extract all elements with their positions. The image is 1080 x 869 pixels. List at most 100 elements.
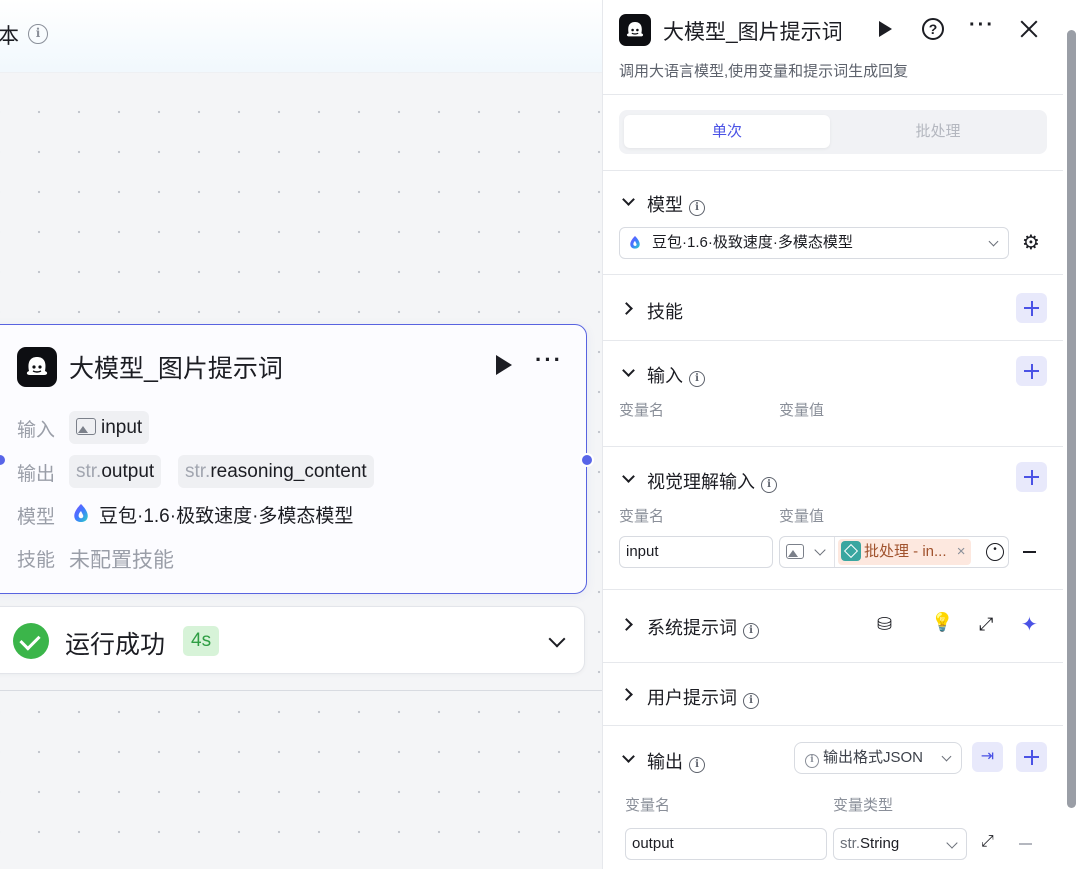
image-icon [76,418,96,435]
output-format-json-button[interactable]: i 输出格式JSON [794,742,962,774]
import-icon[interactable]: ⇥ [972,742,1003,772]
input-col-name: 变量名 [619,402,665,419]
info-icon[interactable]: i [761,477,777,493]
node-title: 大模型_图片提示词 [69,355,283,383]
node-more-icon[interactable]: ··· [535,347,563,373]
vision-var-value-field[interactable]: 批处理 - in... × • [779,536,1009,568]
node-output-port[interactable] [580,453,594,467]
llm-node-card[interactable]: 大模型_图片提示词 ··· 输入 input 输出 str.output str… [0,324,594,594]
add-skill-button[interactable] [1016,293,1047,323]
workflow-canvas[interactable]: 本 i 大模型_图片提示词 ··· 输入 input 输出 str.output… [0,0,602,869]
gear-icon[interactable]: ⚙ [1022,230,1040,255]
add-input-button[interactable] [1016,356,1047,386]
more-icon[interactable]: ··· [969,14,995,37]
chevron-down-icon[interactable] [622,470,635,483]
chevron-right-icon[interactable] [620,302,633,315]
tab-batch[interactable]: 批处理 [835,115,1041,148]
variable-reference-chip[interactable]: 批处理 - in... × [838,539,972,565]
remove-row-button[interactable] [1023,551,1036,553]
model-select[interactable]: 豆包·1.6·极致速度·多模态模型 [619,227,1009,259]
help-icon[interactable]: ? [922,18,944,40]
info-icon: i [805,754,819,768]
variable-picker-icon[interactable]: • [986,543,1004,561]
divider [603,589,1063,590]
canvas-divider [0,690,602,691]
close-icon[interactable] [1018,18,1040,40]
section-title-output[interactable]: 输出 i [647,748,705,774]
tab-single[interactable]: 单次 [624,115,830,148]
divider [834,537,835,567]
section-title-system-prompt[interactable]: 系统提示词 i [647,614,759,640]
lightbulb-icon[interactable]: 💡 [931,612,953,633]
node-input-port[interactable] [0,455,5,465]
prompt-library-icon[interactable]: ⛁ [877,614,892,635]
panel-scrollbar[interactable] [1067,30,1076,808]
output-type-select[interactable]: str.String [833,828,967,860]
doubao-logo-icon [630,236,640,249]
node-skill-value: 未配置技能 [69,549,174,572]
chevron-down-icon [946,837,958,849]
chevron-down-icon[interactable] [622,364,635,377]
node-settings-panel: 大模型_图片提示词 ? ··· 调用大语言模型,使用变量和提示词生成回复 单次 … [602,0,1080,869]
chevron-down-icon[interactable] [622,750,635,763]
doubao-logo-icon [74,504,88,522]
run-play-icon[interactable] [879,21,892,37]
chevron-down-icon [988,236,999,247]
success-check-icon [13,623,49,659]
divider [603,446,1063,447]
batch-ref-icon [841,541,861,561]
divider [603,94,1063,95]
info-icon[interactable]: i [689,200,705,216]
info-icon[interactable]: i [743,693,759,709]
info-icon[interactable]: i [689,757,705,773]
chevron-down-icon[interactable] [548,630,566,648]
info-icon[interactable]: i [743,623,759,639]
info-icon[interactable]: i [28,24,48,44]
run-status-card[interactable]: 运行成功 4s [0,606,585,674]
chevron-down-icon[interactable] [622,193,635,206]
node-skill-label: 技能 [17,550,56,571]
info-icon[interactable]: i [689,371,705,387]
model-select-value: 豆包·1.6·极致速度·多模态模型 [652,234,853,251]
chevron-down-icon [941,751,952,762]
panel-title: 大模型_图片提示词 [663,21,843,44]
node-model-label: 模型 [17,507,56,528]
expand-icon[interactable]: ⤢ [979,614,993,635]
canvas-title: 本 [0,25,19,48]
input-col-value: 变量值 [779,402,825,419]
divider [603,340,1063,341]
expand-icon[interactable]: ⤢ [981,833,994,851]
divider [603,170,1063,171]
output-col-type: 变量类型 [833,797,894,814]
remove-ref-icon[interactable]: × [957,543,966,560]
section-title-vision-input[interactable]: 视觉理解输入 i [647,468,777,494]
remove-output-button[interactable] [1019,843,1032,845]
output-type-value: str.String [840,835,900,852]
vision-col-value: 变量值 [779,508,825,525]
section-title-input[interactable]: 输入 i [647,362,705,388]
node-output-label: 输出 [17,464,56,485]
divider [603,725,1063,726]
divider [603,274,1063,275]
node-model-name: 豆包·1.6·极致速度·多模态模型 [99,506,354,527]
panel-subtitle: 调用大语言模型,使用变量和提示词生成回复 [619,63,909,80]
chevron-right-icon[interactable] [620,618,633,631]
section-title-model[interactable]: 模型 i [647,191,705,217]
section-title-skill[interactable]: 技能 [647,298,683,324]
llm-logo-icon [619,14,651,46]
llm-logo-icon [17,347,57,387]
canvas-header: 本 i [0,0,602,73]
ai-sparkle-icon[interactable]: ✦ [1021,612,1038,637]
run-node-play-icon[interactable] [496,355,512,375]
output-var-name-input[interactable]: output [625,828,827,860]
vision-var-name-input[interactable]: input [619,536,773,568]
node-input-chip: input [69,411,150,444]
add-vision-input-button[interactable] [1016,462,1047,492]
image-icon[interactable] [786,544,804,559]
chevron-down-icon[interactable] [814,544,826,556]
chevron-right-icon[interactable] [620,688,633,701]
mode-tabs: 单次 批处理 [619,110,1047,154]
section-title-user-prompt[interactable]: 用户提示词 i [647,684,759,710]
add-output-button[interactable] [1016,742,1047,772]
run-status-text: 运行成功 [65,631,166,659]
